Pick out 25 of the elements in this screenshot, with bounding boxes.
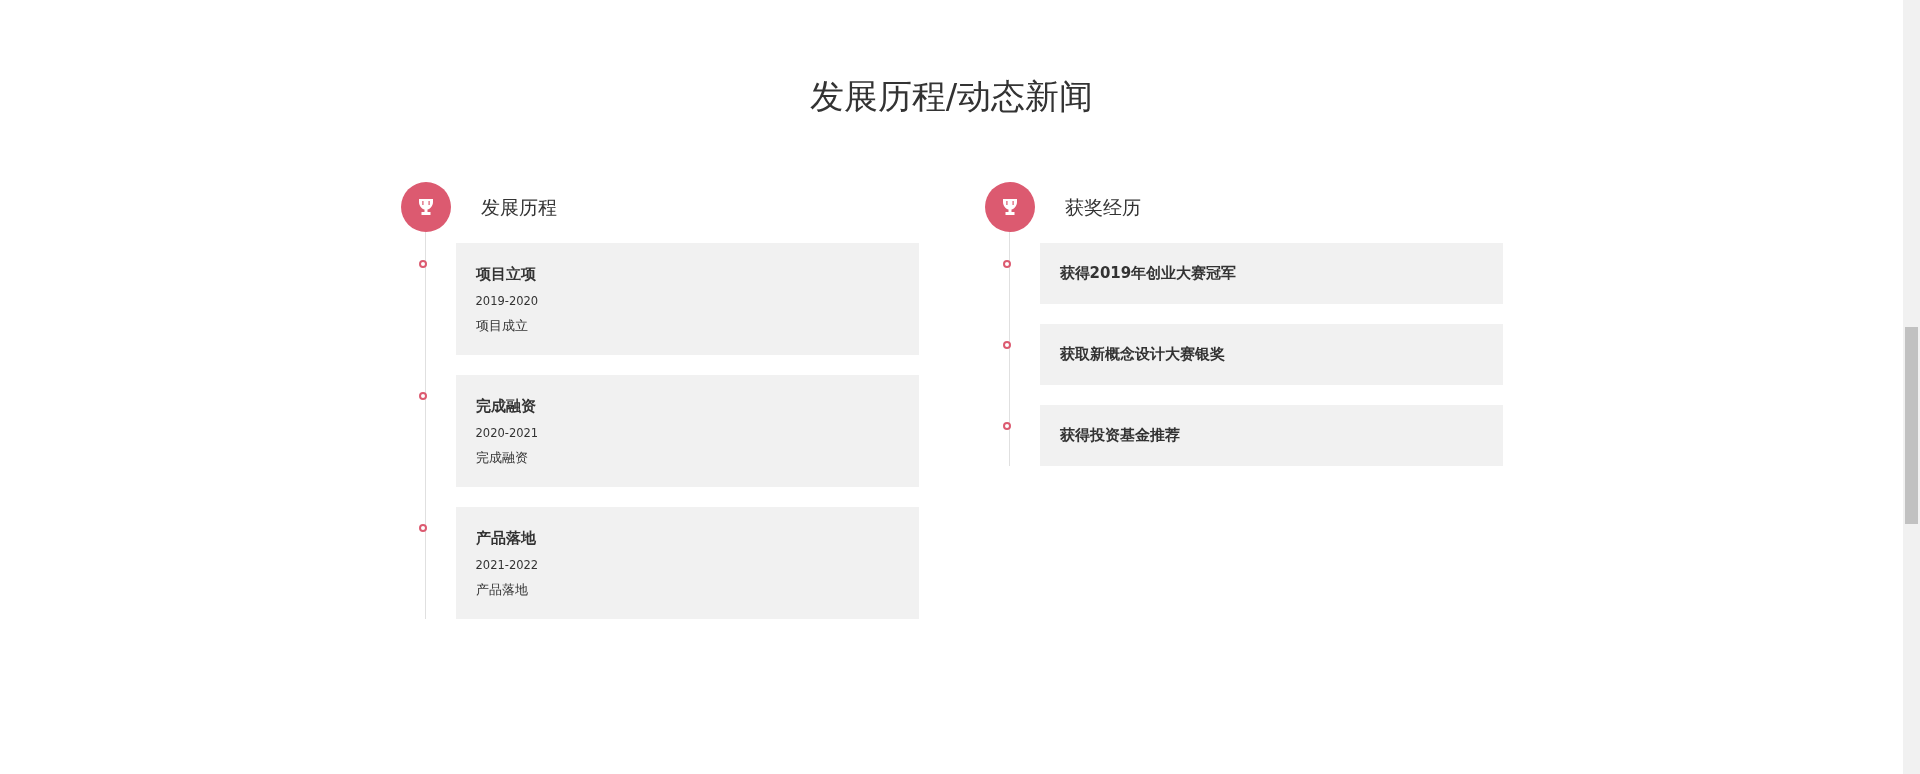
scrollbar-thumb[interactable] (1905, 327, 1918, 524)
trophy-icon (400, 182, 451, 232)
timeline-dot (418, 260, 427, 268)
timeline-dot (418, 524, 427, 532)
trophy-icon (984, 182, 1035, 232)
item-title: 获得2019年创业大赛冠军 (1059, 263, 1238, 283)
page-title: 发展历程/动态新闻 (808, 75, 1095, 118)
item-description: 项目成立 (475, 317, 529, 335)
item-date: 2019-2020 (475, 293, 540, 309)
section-heading: 获奖经历 (1064, 194, 1141, 220)
item-title: 产品落地 (475, 528, 537, 548)
timeline-dot (418, 392, 427, 400)
item-date: 2021-2022 (475, 557, 540, 573)
timeline-dot (1002, 422, 1011, 430)
scrollbar[interactable] (1903, 0, 1920, 774)
item-date: 2020-2021 (475, 425, 540, 441)
item-title: 完成融资 (475, 396, 537, 416)
item-title: 获得投资基金推荐 (1059, 425, 1181, 445)
section-heading: 发展历程 (480, 194, 557, 220)
item-description: 完成融资 (475, 449, 529, 467)
item-description: 产品落地 (475, 581, 529, 599)
item-title: 项目立项 (475, 264, 537, 284)
item-title: 获取新概念设计大赛银奖 (1059, 344, 1226, 364)
timeline-dot (1002, 341, 1011, 349)
timeline-dot (1002, 260, 1011, 268)
